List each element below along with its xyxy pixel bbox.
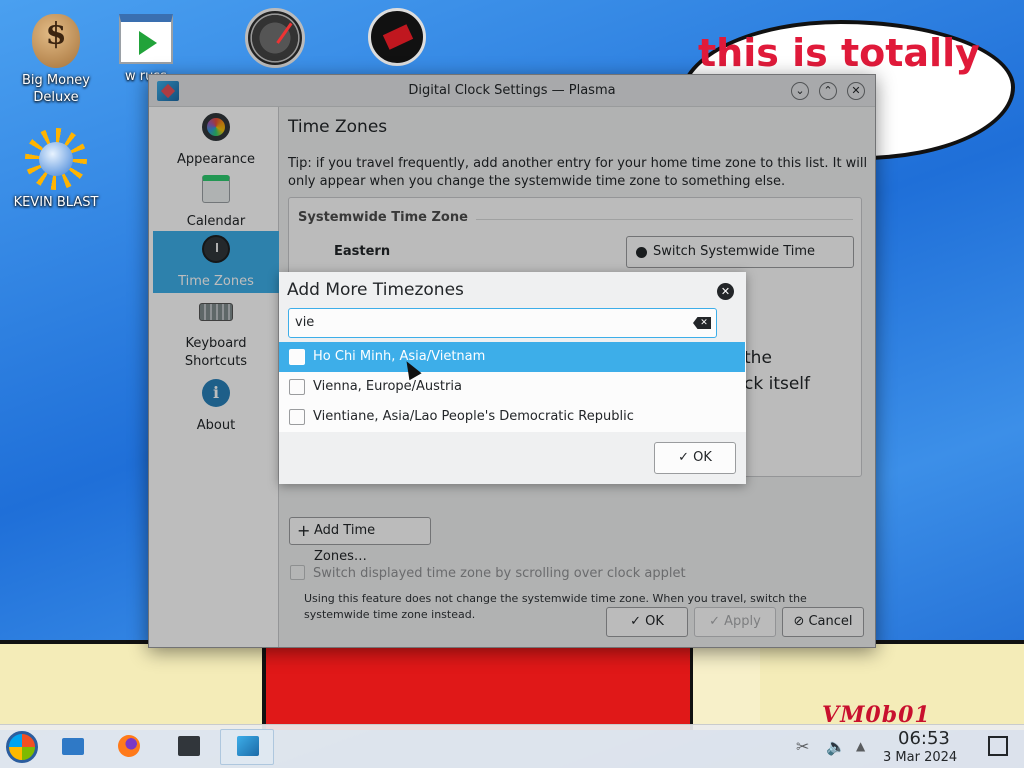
timezone-label: Vienna, Europe/Austria: [313, 379, 462, 394]
dialog-title: Add More Timezones: [287, 280, 464, 300]
timezone-checkbox[interactable]: [289, 349, 305, 365]
firefox-icon[interactable]: [118, 735, 140, 757]
wallpaper-post: [690, 640, 760, 730]
file-manager-icon[interactable]: [62, 738, 84, 755]
desktop-icon-kevin-blast[interactable]: KEVIN BLAST: [6, 128, 106, 211]
red-circle-icon: [368, 8, 426, 66]
close-icon[interactable]: ✕: [717, 283, 734, 300]
timezone-results-list: Ho Chi Minh, Asia/Vietnam Vienna, Europe…: [279, 342, 746, 432]
show-desktop-button[interactable]: [988, 736, 1008, 756]
start-menu-icon[interactable]: [6, 731, 38, 763]
clock-date[interactable]: 3 Mar 2024: [883, 750, 957, 765]
list-item[interactable]: Vientiane, Asia/Lao People's Democratic …: [279, 402, 746, 432]
timezone-label: Vientiane, Asia/Lao People's Democratic …: [313, 409, 634, 424]
timezone-search-input[interactable]: vie ✕: [288, 308, 717, 338]
dialog-ok-button[interactable]: ✓ OK: [654, 442, 736, 474]
timezone-label: Ho Chi Minh, Asia/Vietnam: [313, 349, 486, 364]
list-item[interactable]: Ho Chi Minh, Asia/Vietnam: [279, 342, 745, 372]
scissors-icon[interactable]: ✂: [796, 737, 809, 756]
list-item[interactable]: Vienna, Europe/Austria: [279, 372, 746, 402]
sun-globe-icon: [25, 128, 87, 190]
media-player-icon: [119, 14, 173, 64]
desktop-icon-red-circle[interactable]: [362, 8, 432, 70]
timezone-checkbox[interactable]: [289, 379, 305, 395]
desktop-icon-big-money-deluxe[interactable]: Big Money Deluxe: [6, 14, 106, 106]
clear-search-icon[interactable]: ✕: [693, 317, 711, 329]
taskbar: ✂ 🔈 ▲: [0, 724, 1024, 768]
desktop-icon-label: Big Money Deluxe: [21, 73, 90, 105]
terminal-icon[interactable]: [178, 736, 200, 756]
desktop-icon-gauge[interactable]: [240, 8, 310, 72]
money-bag-icon: [32, 14, 80, 68]
desktop-icon-label: KEVIN BLAST: [13, 195, 99, 210]
plasma-settings-icon: [237, 736, 259, 756]
clock-time[interactable]: 06:53: [898, 728, 950, 749]
timezone-checkbox[interactable]: [289, 409, 305, 425]
gauge-icon: [245, 8, 305, 68]
add-timezones-dialog: Add More Timezones ✕ vie ✕ Ho Chi Minh, …: [279, 272, 746, 484]
tray-expand-icon[interactable]: ▲: [856, 739, 865, 753]
search-value: vie: [295, 315, 315, 330]
wallpaper-ground-left: [0, 640, 270, 730]
volume-icon[interactable]: 🔈: [826, 737, 846, 756]
